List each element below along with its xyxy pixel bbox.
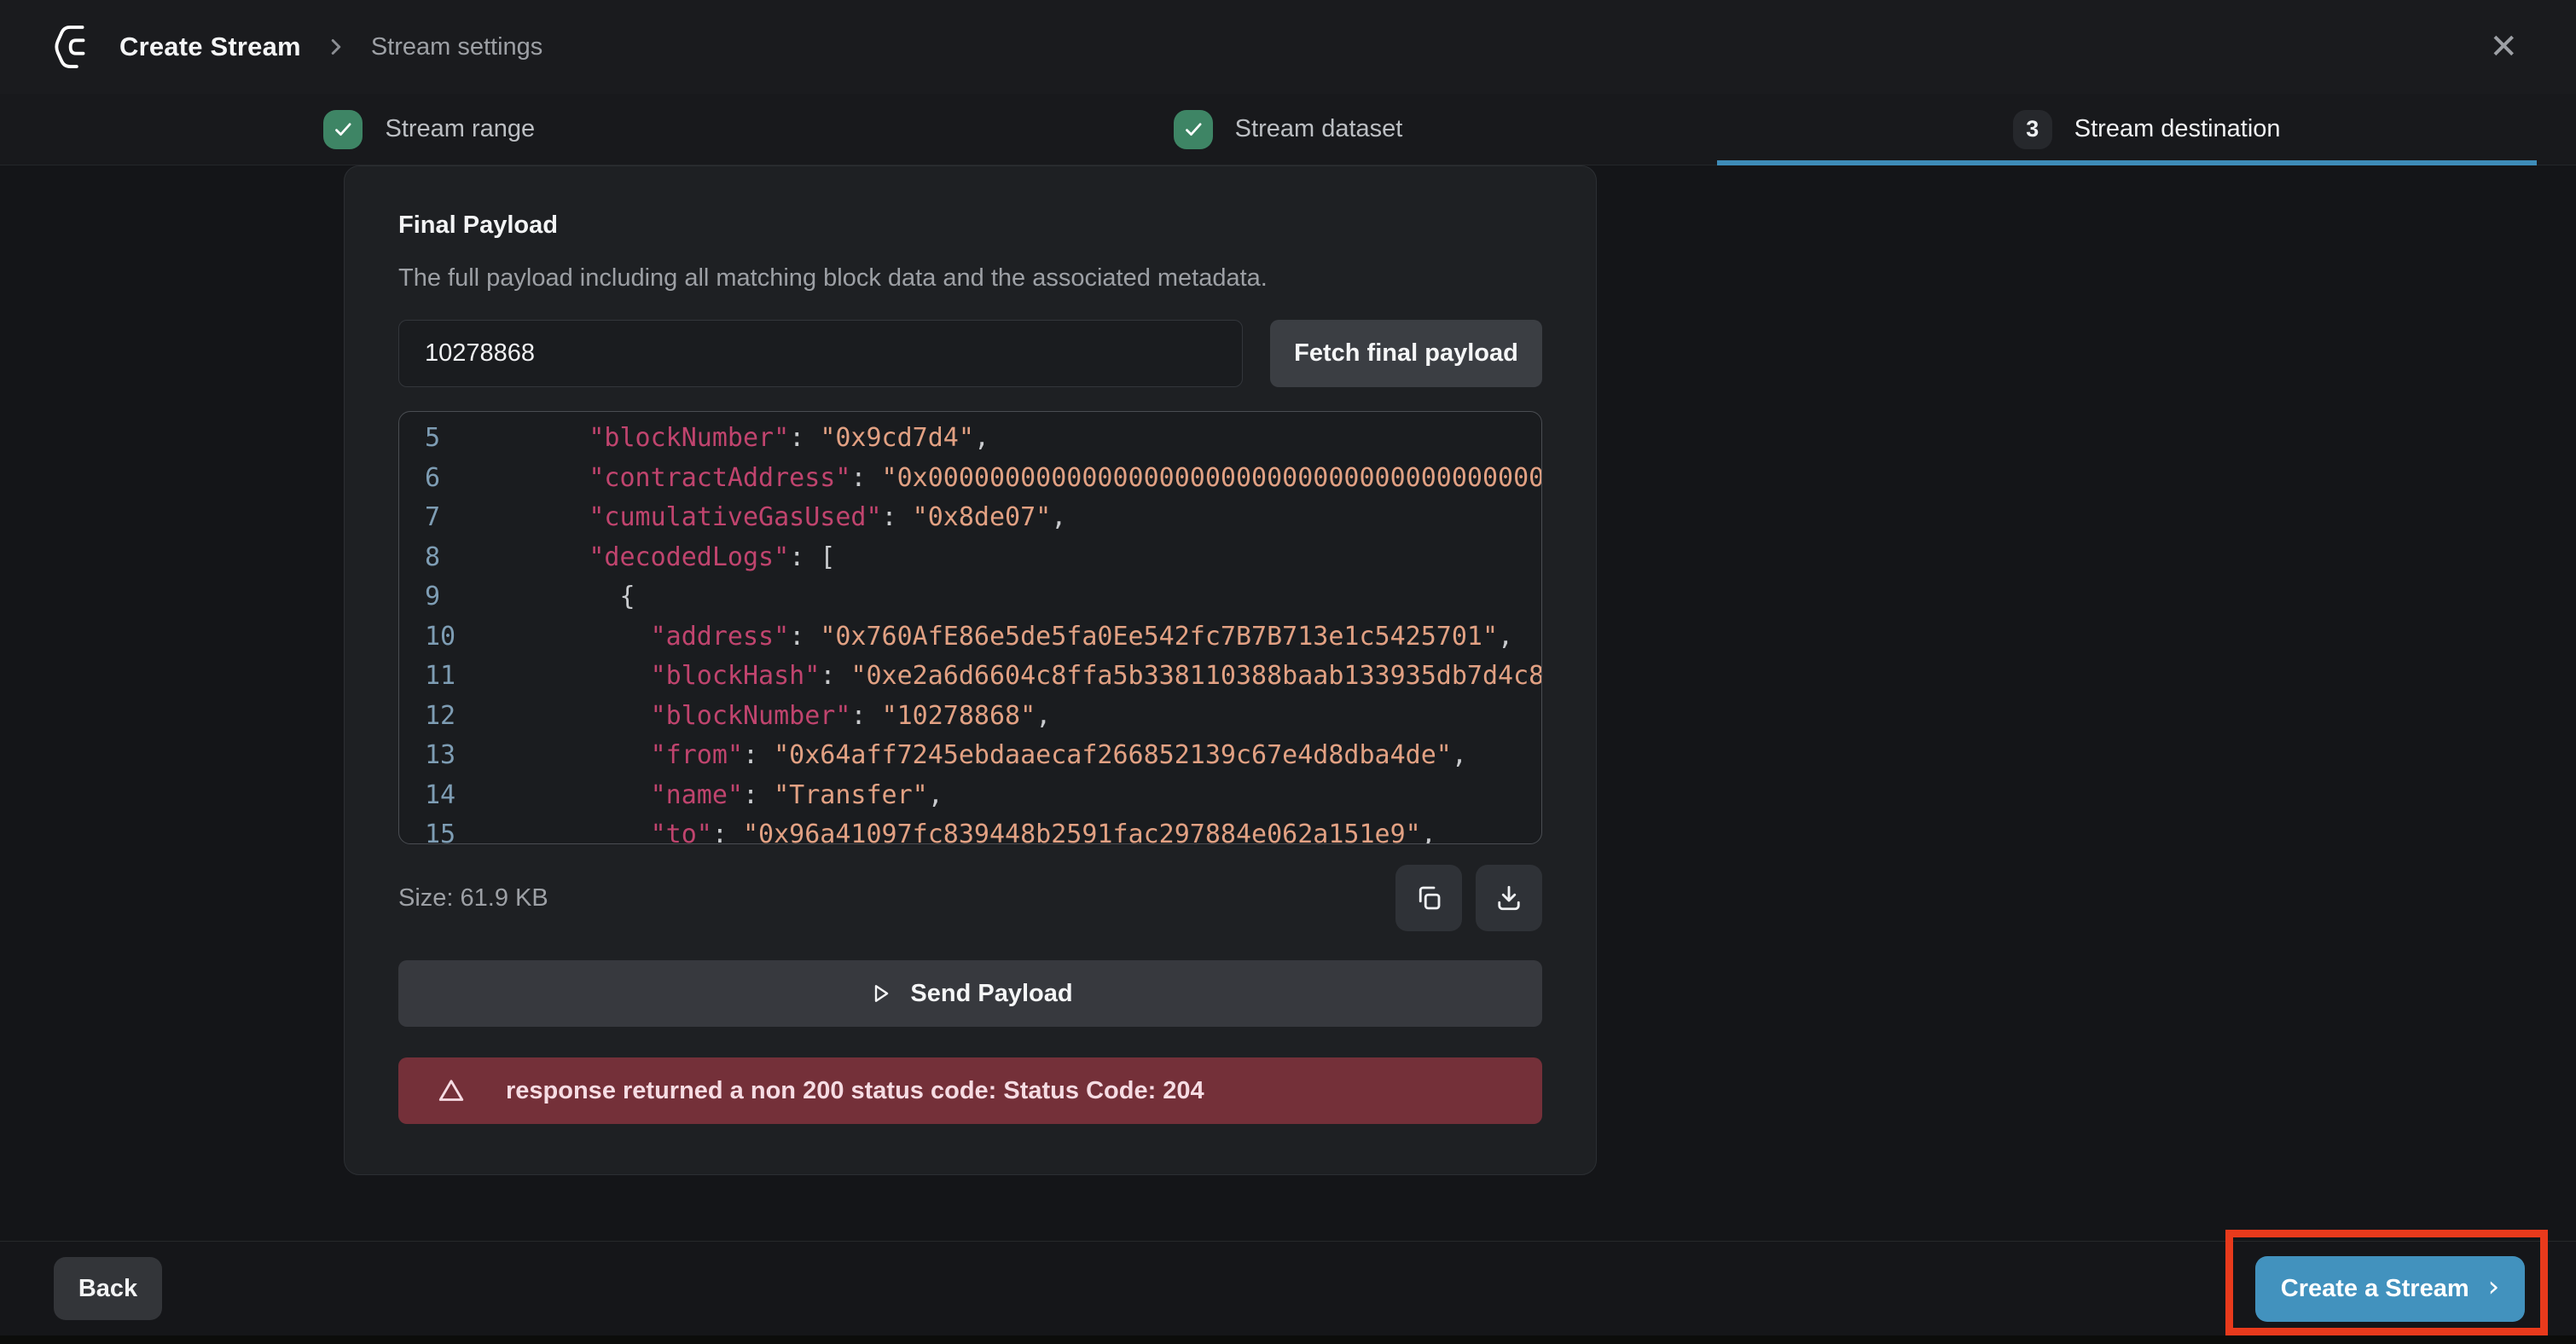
breadcrumb: Stream settings: [371, 33, 542, 61]
final-payload-panel: Final Payload The full payload including…: [344, 165, 1597, 1175]
create-a-stream-label: Create a Stream: [2281, 1275, 2469, 1303]
create-a-stream-button[interactable]: Create a Stream ›: [2255, 1256, 2525, 1322]
play-icon: [867, 981, 893, 1006]
step-label: Stream dataset: [1235, 115, 1403, 143]
download-button[interactable]: [1476, 865, 1542, 931]
close-icon[interactable]: ✕: [2480, 25, 2527, 69]
stepper: Stream range Stream dataset 3 Stream des…: [0, 94, 2576, 165]
breadcrumb-chevron-icon: [323, 34, 349, 60]
check-icon: [1174, 110, 1213, 149]
error-banner: response returned a non 200 status code:…: [398, 1057, 1542, 1124]
page-title: Create Stream: [119, 32, 301, 62]
chevron-right-icon: ›: [2488, 1270, 2500, 1304]
payload-code-viewer[interactable]: 5 "blockNumber": "0x9cd7d4",6 "contractA…: [398, 411, 1542, 844]
step-stream-dataset[interactable]: Stream dataset: [859, 94, 1718, 165]
warning-triangle-icon: [436, 1075, 467, 1106]
error-message: response returned a non 200 status code:…: [506, 1077, 1204, 1105]
step-label: Stream range: [385, 115, 535, 143]
footer-bar: Back Create a Stream ›: [0, 1241, 2576, 1335]
step-stream-destination[interactable]: 3 Stream destination: [1717, 94, 2576, 165]
block-number-input[interactable]: [398, 320, 1243, 387]
payload-size-label: Size: 61.9 KB: [398, 884, 548, 912]
content-area: Final Payload The full payload including…: [0, 165, 2576, 1241]
panel-title: Final Payload: [398, 211, 1542, 240]
size-row: Size: 61.9 KB: [398, 865, 1542, 931]
panel-description: The full payload including all matching …: [398, 264, 1542, 293]
code-lines: 5 "blockNumber": "0x9cd7d4",6 "contractA…: [425, 419, 1541, 844]
create-stream-modal: Create Stream Stream settings ✕ Stream r…: [0, 0, 2576, 1335]
app-logo-icon: [53, 23, 94, 71]
block-input-row: Fetch final payload: [398, 320, 1542, 387]
copy-button[interactable]: [1395, 865, 1462, 931]
send-payload-label: Send Payload: [910, 980, 1072, 1008]
copy-icon: [1413, 883, 1444, 913]
check-icon: [323, 110, 363, 149]
back-button[interactable]: Back: [54, 1257, 162, 1320]
create-stream-wrapper: Create a Stream ›: [2255, 1256, 2525, 1322]
step-label: Stream destination: [2074, 115, 2281, 143]
header-bar: Create Stream Stream settings ✕: [0, 0, 2576, 94]
send-payload-button[interactable]: Send Payload: [398, 960, 1542, 1027]
fetch-final-payload-button[interactable]: Fetch final payload: [1270, 320, 1542, 387]
step-stream-range[interactable]: Stream range: [0, 94, 859, 165]
step-number-badge: 3: [2013, 110, 2052, 149]
download-icon: [1494, 883, 1524, 913]
